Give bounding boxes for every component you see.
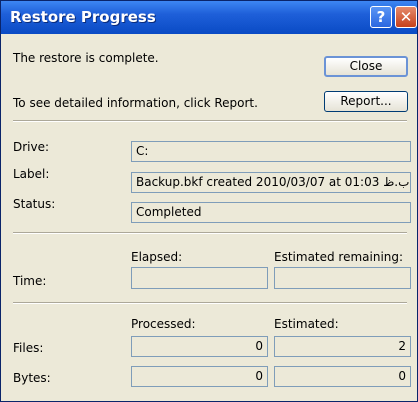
processed-header: Processed: (131, 317, 196, 331)
restore-progress-dialog: Restore Progress ? ✕ The restore is comp… (0, 0, 418, 402)
report-hint: To see detailed information, click Repor… (13, 96, 258, 110)
divider (13, 120, 407, 122)
completion-message: The restore is complete. (13, 51, 159, 65)
dialog-body: The restore is complete. Close To see de… (1, 34, 417, 401)
drive-label: Drive: (13, 140, 50, 154)
dialog-title: Restore Progress (10, 8, 156, 26)
files-label: Files: (13, 341, 44, 355)
status-field: Completed (131, 202, 411, 223)
label-field: Backup.bkf created 2010/03/07 at 01:03 ب… (131, 172, 411, 193)
help-button[interactable]: ? (370, 6, 392, 28)
bytes-processed-field: 0 (131, 366, 268, 387)
status-label: Status: (13, 197, 56, 211)
label-label: Label: (13, 167, 50, 181)
report-button[interactable]: Report... (324, 91, 408, 112)
elapsed-header: Elapsed: (131, 250, 183, 264)
time-label: Time: (13, 274, 47, 288)
close-window-button[interactable]: ✕ (395, 6, 417, 28)
bytes-estimated-field: 0 (274, 366, 411, 387)
close-button[interactable]: Close (324, 56, 408, 77)
title-bar[interactable]: Restore Progress ? ✕ (1, 1, 417, 34)
bytes-label: Bytes: (13, 371, 51, 385)
drive-field: C: (131, 141, 411, 162)
help-icon: ? (376, 8, 386, 26)
close-icon: ✕ (399, 8, 413, 26)
divider (13, 302, 407, 304)
remaining-header: Estimated remaining: (274, 250, 404, 264)
elapsed-field (131, 267, 268, 289)
estimated-header: Estimated: (274, 317, 339, 331)
divider (13, 232, 407, 234)
files-processed-field: 0 (131, 336, 268, 357)
remaining-field (274, 267, 411, 289)
files-estimated-field: 2 (274, 336, 411, 357)
